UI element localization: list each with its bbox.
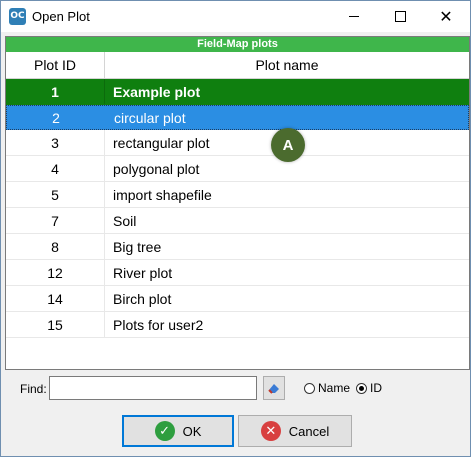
close-button[interactable]: ✕ (423, 1, 469, 32)
table-row[interactable]: 1 Example plot (6, 79, 469, 105)
maximize-button[interactable] (377, 1, 423, 32)
title-bar: OC Open Plot ✕ (1, 1, 470, 32)
table-header: Plot ID Plot name (6, 52, 469, 79)
plot-id-cell: 5 (6, 182, 105, 207)
ok-label: OK (182, 423, 202, 439)
table-row[interactable]: 3 rectangular plot (6, 130, 469, 156)
table-row[interactable]: 12 River plot (6, 260, 469, 286)
minimize-icon (349, 16, 359, 17)
radio-name-indicator[interactable] (304, 382, 315, 394)
plot-name-cell: Big tree (113, 238, 162, 255)
search-by-name-radio[interactable]: Name (304, 381, 350, 395)
table-row[interactable]: 14 Birch plot (6, 286, 469, 312)
plot-name-cell: circular plot (114, 109, 186, 126)
find-label: Find: (20, 382, 47, 396)
radio-id-label: ID (370, 381, 382, 395)
plot-id-cell: 7 (6, 208, 105, 233)
eraser-icon (268, 384, 279, 394)
plot-id-cell: 8 (6, 234, 105, 259)
column-header-plot-name[interactable]: Plot name (105, 52, 469, 78)
plot-id-cell: 14 (6, 286, 105, 311)
plot-name-cell: River plot (113, 264, 173, 281)
open-plot-dialog: OC Open Plot ✕ Field-Map plots Plot ID P… (0, 0, 471, 457)
radio-id-indicator[interactable] (356, 382, 367, 394)
window-title: Open Plot (32, 9, 90, 24)
plot-name-cell: Example plot (113, 83, 201, 100)
plot-id-cell: 15 (6, 312, 105, 337)
cancel-button[interactable]: ✕ Cancel (238, 415, 352, 447)
radio-name-label: Name (318, 381, 351, 395)
table-title: Field-Map plots (6, 37, 469, 52)
checkmark-icon: ✓ (154, 421, 175, 441)
table-row[interactable]: 4 polygonal plot (6, 156, 469, 182)
plot-name-cell: import shapefile (113, 186, 212, 203)
plot-id-cell: 3 (6, 130, 105, 155)
table-row[interactable]: 15 Plots for user2 (6, 312, 469, 338)
app-icon: OC (9, 8, 26, 25)
clear-find-button[interactable] (263, 376, 285, 400)
column-header-plot-id[interactable]: Plot ID (6, 52, 105, 78)
search-by-id-radio[interactable]: ID (356, 381, 382, 395)
table-row[interactable]: 7 Soil (6, 208, 469, 234)
annotation-badge: A (271, 128, 305, 162)
find-input[interactable] (49, 376, 257, 400)
close-icon: ✕ (439, 6, 453, 26)
plot-name-cell: Soil (113, 212, 137, 229)
plot-name-cell: Plots for user2 (113, 316, 204, 333)
maximize-icon (394, 11, 406, 22)
table-row[interactable]: 5 import shapefile (6, 182, 469, 208)
ok-button[interactable]: ✓ OK (122, 415, 234, 447)
minimize-button[interactable] (331, 1, 377, 32)
plot-id-cell: 1 (6, 79, 105, 104)
table-body: 1 Example plot 2 circular plot 3 rectangular … (6, 79, 469, 338)
plots-table: Field-Map plots Plot ID Plot name 1 Examp… (5, 36, 470, 370)
plot-name-cell: Birch plot (113, 290, 172, 307)
cancel-label: Cancel (288, 423, 330, 439)
cancel-x-icon: ✕ (260, 421, 281, 441)
table-row[interactable]: 8 Big tree (6, 234, 469, 260)
plot-id-cell: 4 (6, 156, 105, 181)
plot-id-cell: 2 (7, 106, 106, 129)
table-row[interactable]: 2 circular plot (6, 105, 469, 130)
plot-id-cell: 12 (6, 260, 105, 285)
